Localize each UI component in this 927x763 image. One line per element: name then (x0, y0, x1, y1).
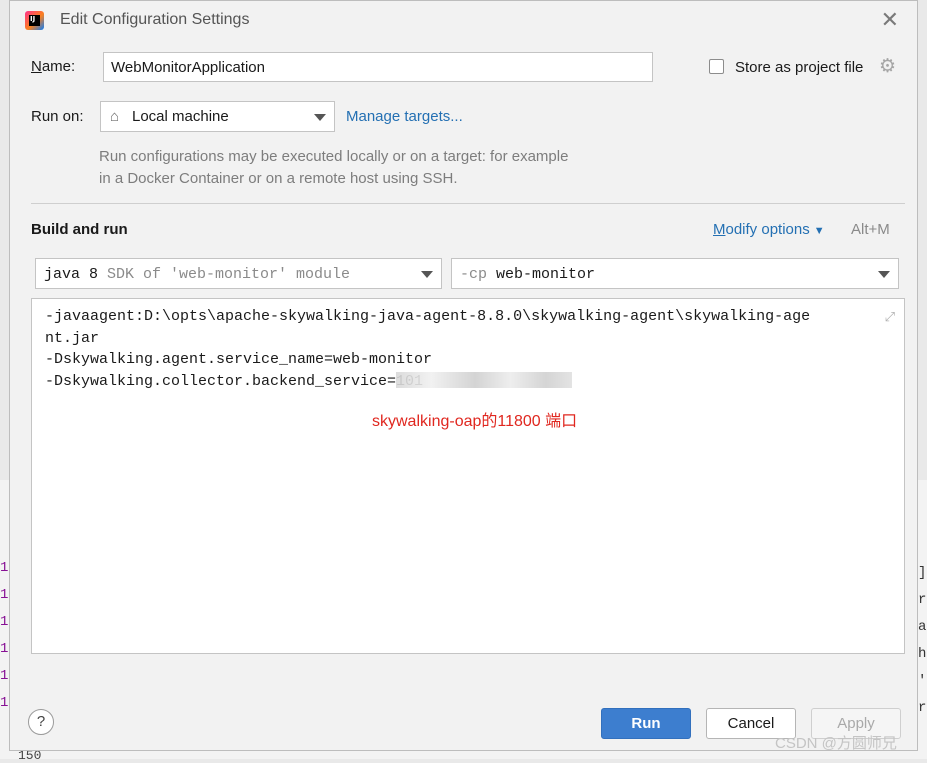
vm-options-textarea[interactable]: -javaagent:D:\opts\apache-skywalking-jav… (31, 298, 905, 654)
edit-configuration-dialog: IJ Edit Configuration Settings ✕ Name: S… (9, 0, 918, 751)
expand-icon[interactable]: ⤢ (885, 309, 895, 325)
run-button[interactable]: Run (601, 708, 691, 739)
edge-line: h (918, 646, 927, 662)
build-and-run-title: Build and run (31, 221, 128, 238)
dropdown-arrow-icon (878, 270, 890, 278)
run-on-label: Run on: (31, 108, 84, 125)
classpath-module-select[interactable]: -cp web-monitor (451, 258, 899, 289)
csdn-watermark: CSDN @方圆师兄 (775, 735, 897, 752)
edge-line: a (918, 619, 927, 635)
name-label-mnemonic: N (31, 58, 42, 75)
redacted-address (396, 372, 572, 388)
modify-options-mnemonic: M (713, 221, 726, 238)
vm-option-line: nt.jar (45, 330, 100, 347)
run-on-help-text: Run configurations may be executed local… (99, 148, 569, 187)
title-bar: IJ Edit Configuration Settings ✕ (10, 1, 917, 41)
edge-line: r (918, 592, 927, 608)
edge-line: ' (918, 673, 927, 689)
name-input[interactable] (103, 52, 653, 82)
chevron-down-icon: ▼ (813, 225, 825, 237)
background-right-edge: ] r a h ' r (918, 560, 927, 722)
store-as-project-file-label[interactable]: Store as project file (735, 59, 863, 76)
modify-options-link[interactable]: Modify options ▼ (713, 221, 825, 238)
classpath-value: -cp web-monitor (460, 266, 595, 283)
cp-prefix: -cp (460, 266, 488, 283)
jdk-value: java 8 SDK of 'web-monitor' module (44, 266, 350, 283)
vm-option-line: -Dskywalking.collector.backend_service=1… (45, 373, 424, 390)
run-on-select[interactable]: ⌂ Local machine (100, 101, 335, 132)
edge-line: ] (918, 565, 927, 581)
vm-option-line: -javaagent:D:\opts\apache-skywalking-jav… (45, 308, 811, 325)
dropdown-arrow-icon (421, 270, 433, 278)
cp-module: web-monitor (487, 266, 596, 283)
port-annotation: skywalking-oap的11800 端口 (372, 413, 578, 430)
name-label: Name: (31, 58, 75, 75)
jdk-select[interactable]: java 8 SDK of 'web-monitor' module (35, 258, 442, 289)
edge-line: r (918, 700, 927, 716)
vm-option-line: -Dskywalking.agent.service_name=web-moni… (45, 351, 433, 368)
gear-icon[interactable]: ⚙ (879, 57, 896, 76)
app-icon-text: IJ (30, 15, 36, 23)
dropdown-arrow-icon (314, 113, 326, 121)
close-icon[interactable]: ✕ (881, 9, 899, 31)
dialog-title: Edit Configuration Settings (60, 11, 250, 28)
home-icon: ⌂ (110, 108, 120, 125)
modify-options-label: odify options (725, 221, 810, 238)
modify-options-shortcut: Alt+M (851, 221, 890, 238)
help-button[interactable]: ? (28, 709, 54, 735)
section-divider (31, 203, 905, 204)
name-label-rest: ame: (41, 58, 76, 75)
jdk-detail: SDK of 'web-monitor' module (98, 266, 351, 283)
jdk-main: java 8 (44, 266, 99, 283)
run-on-value: Local machine (132, 108, 229, 125)
intellij-logo-icon: IJ (25, 11, 44, 30)
store-as-project-file-checkbox[interactable] (709, 59, 724, 74)
manage-targets-link[interactable]: Manage targets... (346, 108, 463, 125)
